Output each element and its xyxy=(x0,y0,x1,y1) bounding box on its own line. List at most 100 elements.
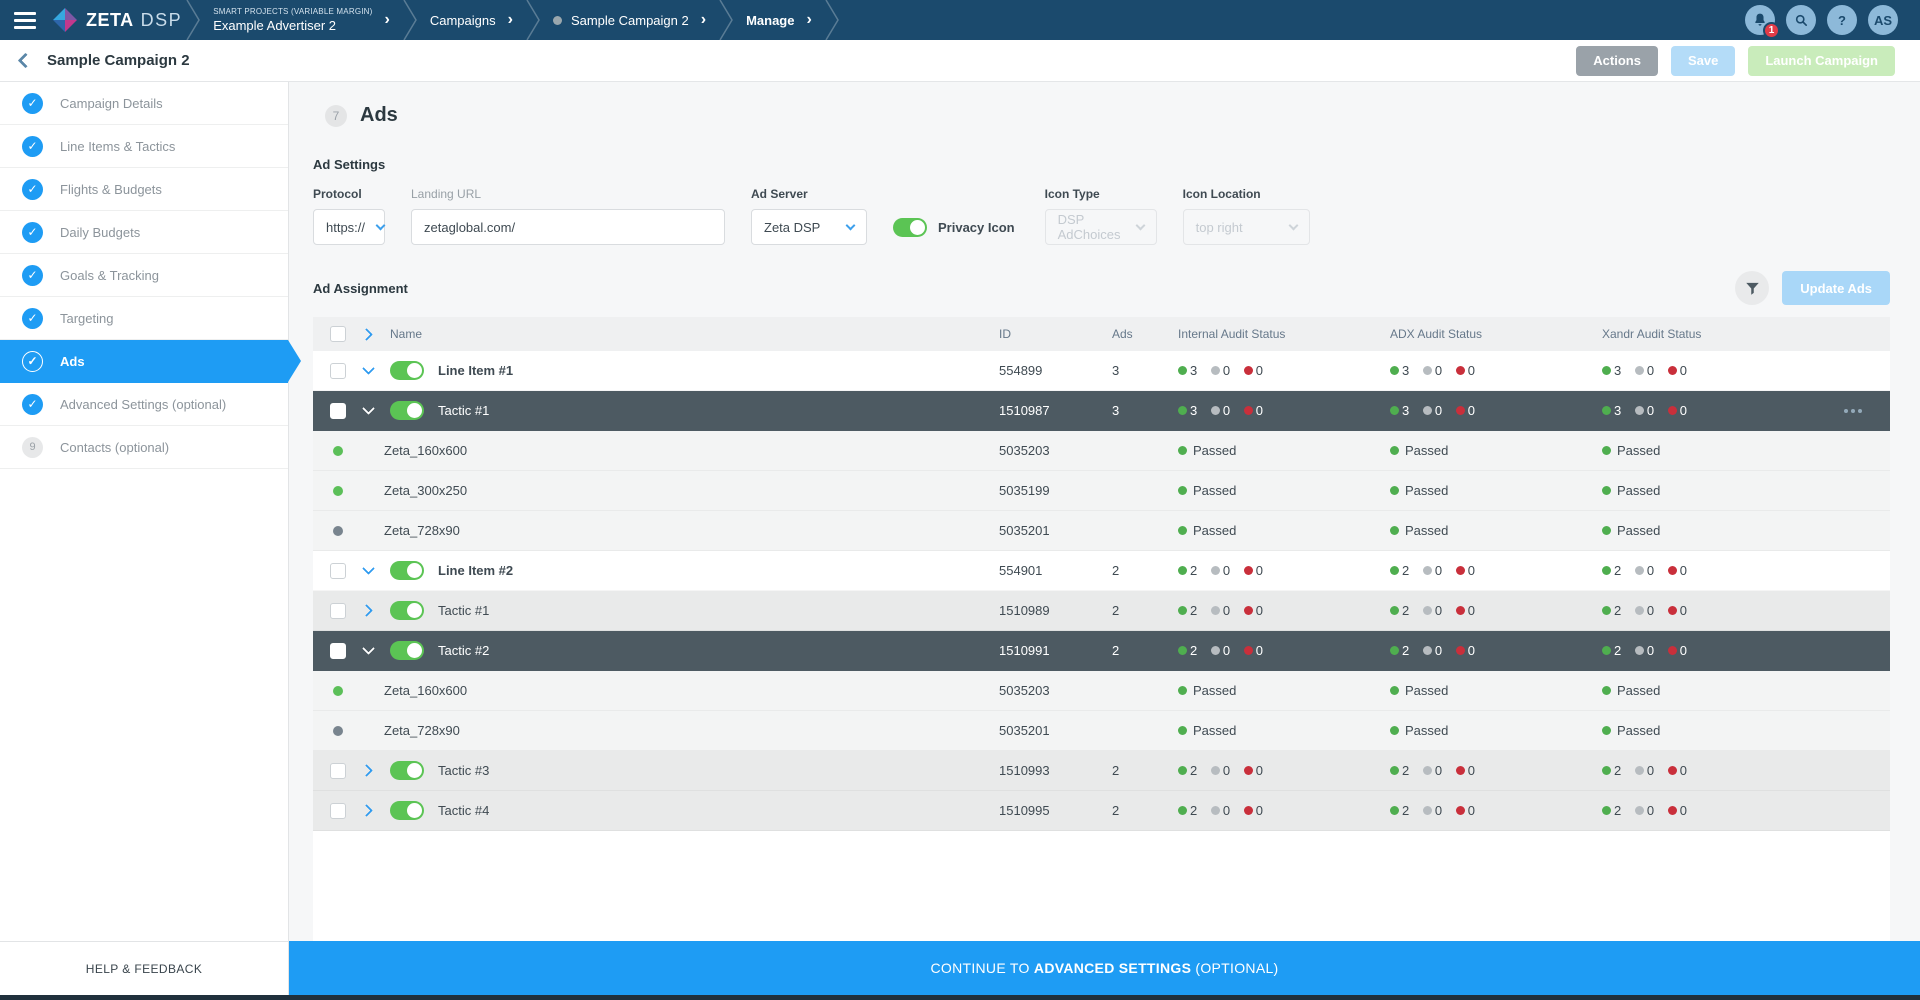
audit-xandr: 2 0 0 xyxy=(1602,763,1813,778)
audit-internal: 3 0 0 xyxy=(1178,363,1390,378)
active-toggle[interactable] xyxy=(390,361,424,380)
sidebar-item-line-items-tactics[interactable]: ✓Line Items & Tactics xyxy=(0,125,288,168)
sidebar-item-targeting[interactable]: ✓Targeting xyxy=(0,297,288,340)
avatar[interactable]: AS xyxy=(1868,5,1898,35)
check-circle-icon: ✓ xyxy=(22,394,43,415)
sidebar-item-daily-budgets[interactable]: ✓Daily Budgets xyxy=(0,211,288,254)
ad-server-select[interactable]: Zeta DSP xyxy=(751,209,867,245)
cell-ads-count: 2 xyxy=(1112,803,1178,818)
page-title: Sample Campaign 2 xyxy=(47,52,190,69)
menu-icon[interactable] xyxy=(14,12,36,29)
row-checkbox[interactable] xyxy=(330,643,346,659)
sidebar-item-advanced-settings-optional[interactable]: ✓Advanced Settings (optional) xyxy=(0,383,288,426)
privacy-icon-label: Privacy Icon xyxy=(938,220,1015,235)
sidebar-item-goals-tracking[interactable]: ✓Goals & Tracking xyxy=(0,254,288,297)
table-row-lineitem[interactable]: Line Item #15548993 3 0 0 3 0 0 3 0 0 xyxy=(313,351,1890,391)
pending-dot xyxy=(1635,806,1644,815)
row-checkbox[interactable] xyxy=(330,363,346,379)
breadcrumb-item[interactable]: Manage› xyxy=(733,12,825,28)
launch-campaign-button[interactable]: Launch Campaign xyxy=(1748,46,1895,76)
collapse-icon[interactable] xyxy=(362,362,375,375)
help-icon[interactable]: ? xyxy=(1827,5,1857,35)
protocol-select[interactable]: https:// xyxy=(313,209,385,245)
landing-url-input[interactable] xyxy=(411,209,725,245)
ad-settings-heading: Ad Settings xyxy=(313,157,1920,172)
passed-dot xyxy=(1390,766,1399,775)
notifications-icon[interactable]: 1 xyxy=(1745,5,1775,35)
icon-location-select: top right xyxy=(1183,209,1310,245)
table-row-tactic[interactable]: Tactic #115109892 2 0 0 2 0 0 2 0 0 xyxy=(313,591,1890,631)
pending-dot xyxy=(1211,806,1220,815)
active-toggle[interactable] xyxy=(390,641,424,660)
table-row-tactic[interactable]: Tactic #415109952 2 0 0 2 0 0 2 0 0 xyxy=(313,791,1890,831)
privacy-icon-toggle[interactable] xyxy=(893,218,927,237)
collapse-icon[interactable] xyxy=(362,402,375,415)
save-button[interactable]: Save xyxy=(1671,46,1735,76)
pending-dot xyxy=(1211,646,1220,655)
sidebar-item-contacts-optional[interactable]: 9Contacts (optional) xyxy=(0,426,288,469)
passed-dot xyxy=(1602,646,1611,655)
breadcrumb-item[interactable]: Campaigns› xyxy=(417,12,526,28)
filter-funnel-icon xyxy=(1745,281,1760,296)
brand-logo[interactable]: ZETA DSP xyxy=(52,7,182,33)
failed-dot xyxy=(1244,566,1253,575)
active-toggle[interactable] xyxy=(390,761,424,780)
active-toggle[interactable] xyxy=(390,601,424,620)
failed-dot xyxy=(1244,406,1253,415)
continue-button[interactable]: CONTINUE TO ADVANCED SETTINGS (OPTIONAL) xyxy=(289,941,1920,995)
sidebar-item-ads[interactable]: ✓Ads xyxy=(0,340,288,383)
top-navbar: ZETA DSP SMART PROJECTS (VARIABLE MARGIN… xyxy=(0,0,1920,40)
failed-dot xyxy=(1456,766,1465,775)
collapse-icon[interactable] xyxy=(362,562,375,575)
table-row-creative[interactable]: Zeta_728x905035201PassedPassedPassed xyxy=(313,711,1890,751)
table-row-creative[interactable]: Zeta_160x6005035203PassedPassedPassed xyxy=(313,431,1890,471)
collapse-icon[interactable] xyxy=(362,642,375,655)
sidebar-item-campaign-details[interactable]: ✓Campaign Details xyxy=(0,82,288,125)
row-checkbox[interactable] xyxy=(330,603,346,619)
update-ads-button[interactable]: Update Ads xyxy=(1782,271,1890,305)
breadcrumb-item[interactable]: SMART PROJECTS (VARIABLE MARGIN)Example … xyxy=(200,7,403,33)
table-row-tactic[interactable]: Tactic #115109873 3 0 0 3 0 0 3 0 0 xyxy=(313,391,1890,431)
audit-xandr: 2 0 0 xyxy=(1602,603,1813,618)
audit-adx: 3 0 0 xyxy=(1390,403,1602,418)
failed-dot xyxy=(1668,366,1677,375)
breadcrumb-item[interactable]: Sample Campaign 2› xyxy=(540,12,719,28)
row-checkbox[interactable] xyxy=(330,563,346,579)
ad-settings-section: Ad Settings Protocol https:// Landing UR… xyxy=(313,157,1920,245)
row-checkbox[interactable] xyxy=(330,403,346,419)
table-row-tactic[interactable]: Tactic #315109932 2 0 0 2 0 0 2 0 0 xyxy=(313,751,1890,791)
audit-xandr: Passed xyxy=(1602,683,1813,698)
active-toggle[interactable] xyxy=(390,561,424,580)
passed-dot xyxy=(1602,366,1611,375)
help-feedback-link[interactable]: HELP & FEEDBACK xyxy=(0,941,289,995)
actions-button[interactable]: Actions xyxy=(1576,46,1658,76)
search-icon[interactable] xyxy=(1786,5,1816,35)
pending-dot xyxy=(1635,366,1644,375)
table-row-creative[interactable]: Zeta_160x6005035203PassedPassedPassed xyxy=(313,671,1890,711)
passed-dot xyxy=(1178,646,1187,655)
sidebar-item-flights-budgets[interactable]: ✓Flights & Budgets xyxy=(0,168,288,211)
table-row-creative[interactable]: Zeta_728x905035201PassedPassedPassed xyxy=(313,511,1890,551)
column-header-id: ID xyxy=(999,327,1112,341)
table-row-tactic[interactable]: Tactic #215109912 2 0 0 2 0 0 2 0 0 xyxy=(313,631,1890,671)
table-row-creative[interactable]: Zeta_300x2505035199PassedPassedPassed xyxy=(313,471,1890,511)
pending-dot xyxy=(1423,646,1432,655)
filter-button[interactable] xyxy=(1735,271,1769,305)
passed-dot xyxy=(1602,806,1611,815)
cell-ads-count: 2 xyxy=(1112,603,1178,618)
cell-id: 5035201 xyxy=(999,723,1112,738)
active-toggle[interactable] xyxy=(390,401,424,420)
back-icon[interactable] xyxy=(18,53,34,69)
row-checkbox[interactable] xyxy=(330,763,346,779)
audit-xandr: 3 0 0 xyxy=(1602,403,1813,418)
pending-dot xyxy=(1211,566,1220,575)
failed-dot xyxy=(1244,766,1253,775)
row-menu-icon[interactable] xyxy=(1844,409,1862,413)
tactic-name: Tactic #3 xyxy=(438,763,489,778)
lineitem-name: Line Item #2 xyxy=(438,563,513,578)
table-row-lineitem[interactable]: Line Item #25549012 2 0 0 2 0 0 2 0 0 xyxy=(313,551,1890,591)
active-toggle[interactable] xyxy=(390,801,424,820)
select-all-checkbox[interactable] xyxy=(330,326,346,342)
step-number-badge: 7 xyxy=(325,105,347,127)
row-checkbox[interactable] xyxy=(330,803,346,819)
